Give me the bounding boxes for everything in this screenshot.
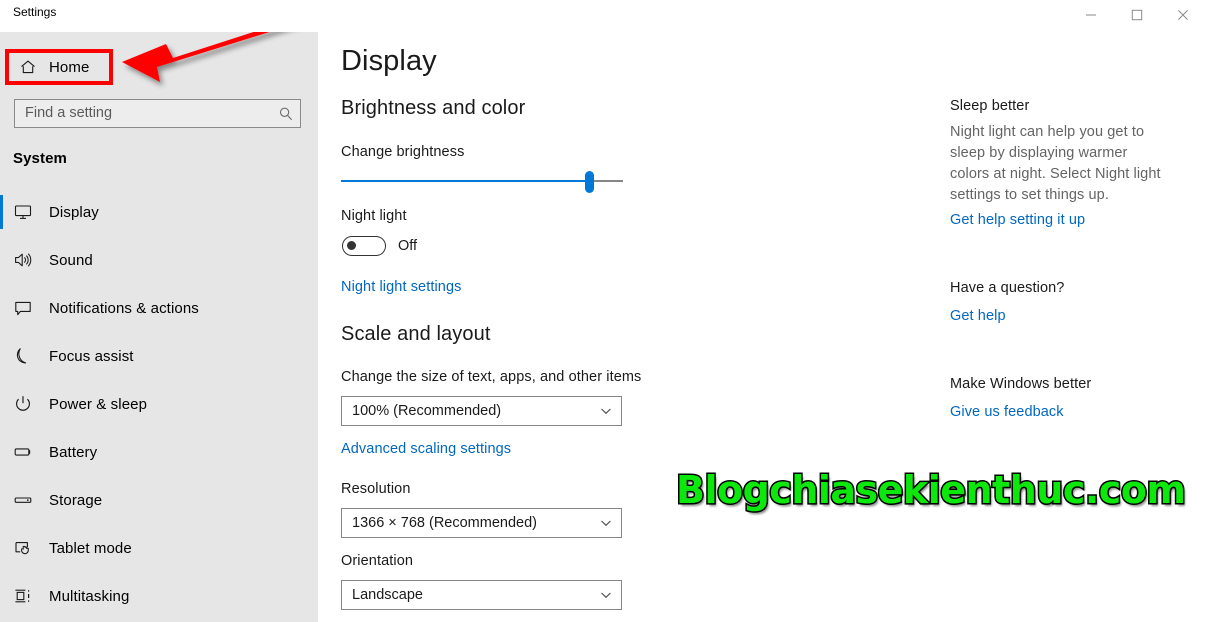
sidebar-item-label: Multitasking — [49, 587, 130, 605]
sidebar-home-label: Home — [49, 58, 90, 76]
night-light-label: Night light — [341, 208, 407, 224]
chevron-down-icon — [591, 516, 621, 530]
multitasking-icon — [13, 586, 43, 606]
make-windows-better-heading: Make Windows better — [950, 376, 1092, 392]
sidebar-item-label: Tablet mode — [49, 539, 132, 557]
close-icon — [1177, 9, 1189, 21]
get-help-setting-it-up-link[interactable]: Get help setting it up — [950, 212, 1085, 228]
tablet-hand-icon — [13, 538, 43, 558]
sidebar-item-sound[interactable]: Sound — [0, 236, 318, 284]
battery-icon — [13, 442, 43, 462]
sidebar-item-storage[interactable]: Storage — [0, 476, 318, 524]
window-titlebar: Settings — [0, 0, 1206, 32]
chevron-down-icon — [591, 404, 621, 418]
minimize-icon — [1085, 9, 1097, 21]
sidebar-item-label: Focus assist — [49, 347, 134, 365]
page-title: Display — [341, 45, 437, 77]
toggle-knob — [347, 241, 356, 251]
scale-dropdown[interactable]: 100% (Recommended) — [341, 396, 622, 426]
sidebar-nav-list: Display Sound Notifications & actions Fo… — [0, 188, 318, 620]
sidebar-item-label: Power & sleep — [49, 395, 148, 413]
get-help-link[interactable]: Get help — [950, 308, 1006, 324]
sidebar-item-label: Battery — [49, 443, 98, 461]
maximize-button[interactable] — [1114, 0, 1160, 30]
sidebar-item-power-sleep[interactable]: Power & sleep — [0, 380, 318, 428]
give-us-feedback-link[interactable]: Give us feedback — [950, 404, 1064, 420]
resolution-dropdown[interactable]: 1366 × 768 (Recommended) — [341, 508, 622, 538]
change-brightness-label: Change brightness — [341, 144, 465, 160]
night-light-state: Off — [398, 238, 418, 254]
display-settings-content: Display Brightness and color Change brig… — [318, 0, 1206, 622]
sidebar-item-battery[interactable]: Battery — [0, 428, 318, 476]
notification-icon — [13, 298, 43, 318]
chevron-down-icon — [591, 588, 621, 602]
sidebar-item-multitasking[interactable]: Multitasking — [0, 572, 318, 620]
sidebar-item-tablet-mode[interactable]: Tablet mode — [0, 524, 318, 572]
search-placeholder: Find a setting — [25, 105, 113, 121]
settings-window: Home Find a setting System Display Sound… — [0, 0, 1206, 622]
maximize-icon — [1131, 9, 1143, 21]
slider-thumb[interactable] — [584, 171, 594, 193]
sidebar-item-label: Storage — [49, 491, 103, 509]
sidebar-item-display[interactable]: Display — [0, 188, 318, 236]
sidebar-section-title: System — [13, 150, 67, 167]
scale-size-label: Change the size of text, apps, and other… — [341, 369, 642, 385]
night-light-toggle[interactable] — [342, 236, 386, 256]
scale-group-heading: Scale and layout — [341, 323, 491, 345]
sidebar-item-label: Display — [49, 203, 99, 221]
search-icon[interactable] — [272, 106, 300, 122]
sidebar-item-label: Sound — [49, 251, 93, 269]
minimize-button[interactable] — [1068, 0, 1114, 30]
window-title: Settings — [13, 5, 57, 19]
search-input[interactable]: Find a setting — [14, 99, 301, 128]
sleep-better-heading: Sleep better — [950, 98, 1030, 114]
have-a-question-heading: Have a question? — [950, 280, 1065, 296]
advanced-scaling-link[interactable]: Advanced scaling settings — [341, 441, 511, 457]
power-icon — [13, 394, 43, 414]
brightness-slider[interactable] — [341, 171, 623, 193]
slider-fill — [341, 180, 590, 182]
storage-icon — [13, 490, 43, 510]
resolution-dropdown-value: 1366 × 768 (Recommended) — [352, 515, 537, 531]
scale-dropdown-value: 100% (Recommended) — [352, 403, 502, 419]
close-button[interactable] — [1160, 0, 1206, 30]
settings-sidebar: Home Find a setting System Display Sound… — [0, 0, 318, 622]
sleep-better-body: Night light can help you get to sleep by… — [950, 124, 1161, 203]
sidebar-home-button[interactable]: Home — [9, 53, 108, 81]
watermark: Blogchiasekienthuc.com — [675, 467, 1188, 514]
night-light-settings-link[interactable]: Night light settings — [341, 279, 461, 295]
orientation-dropdown-value: Landscape — [352, 587, 423, 603]
home-icon — [15, 58, 41, 76]
moon-icon — [13, 346, 43, 366]
sidebar-item-notifications[interactable]: Notifications & actions — [0, 284, 318, 332]
help-pane: Sleep better Night light can help you ge… — [950, 0, 1206, 622]
sidebar-item-focus-assist[interactable]: Focus assist — [0, 332, 318, 380]
sidebar-item-label: Notifications & actions — [49, 299, 199, 317]
orientation-label: Orientation — [341, 553, 414, 569]
speaker-icon — [13, 250, 43, 270]
orientation-dropdown[interactable]: Landscape — [341, 580, 622, 610]
monitor-icon — [13, 202, 43, 222]
resolution-label: Resolution — [341, 481, 411, 497]
brightness-group-heading: Brightness and color — [341, 97, 526, 119]
